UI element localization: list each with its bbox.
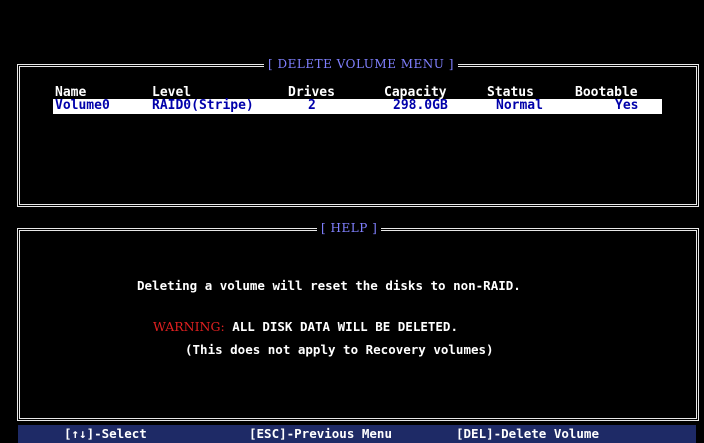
footer-select-hint[interactable]: [↑↓]-Select <box>64 426 147 442</box>
footer-bar: [↑↓]-Select [ESC]-Previous Menu [DEL]-De… <box>18 425 696 443</box>
help-text-line3: (This does not apply to Recovery volumes… <box>185 342 494 357</box>
volume-bootable: Yes <box>615 98 639 113</box>
help-warning-line: WARNING: ALL DISK DATA WILL BE DELETED. <box>153 320 458 334</box>
volume-capacity: 298.0GB <box>393 98 448 113</box>
volume-status: Normal <box>496 98 543 113</box>
help-panel-title: [ HELP ] <box>317 221 382 235</box>
help-text-line1: Deleting a volume will reset the disks t… <box>137 278 521 293</box>
volume-level: RAID0(Stripe) <box>152 98 254 113</box>
warning-text: ALL DISK DATA WILL BE DELETED. <box>224 319 458 334</box>
warning-label: WARNING: <box>153 319 225 334</box>
volume-name: Volume0 <box>55 98 110 113</box>
footer-previous-menu-hint[interactable]: [ESC]-Previous Menu <box>249 426 392 442</box>
volume-row-selected[interactable]: Volume0 RAID0(Stripe) 2 298.0GB Normal Y… <box>53 99 662 114</box>
volume-drives: 2 <box>308 98 316 113</box>
volume-panel-title: [ DELETE VOLUME MENU ] <box>264 57 458 71</box>
footer-delete-volume-hint[interactable]: [DEL]-Delete Volume <box>456 426 599 442</box>
